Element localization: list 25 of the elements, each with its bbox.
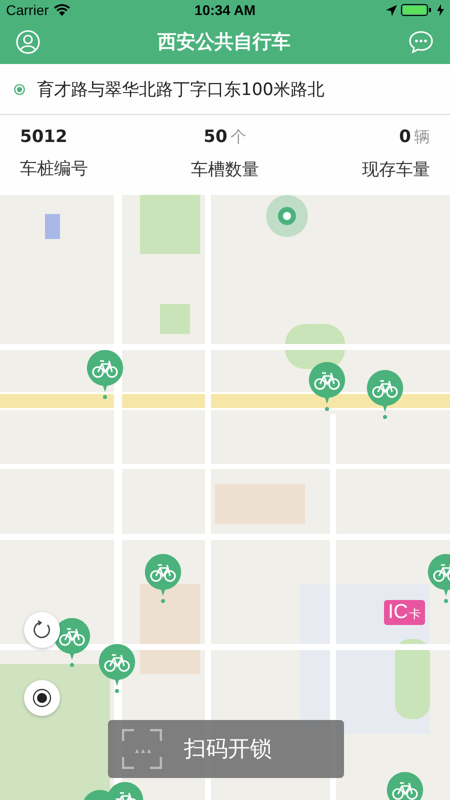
clock-time: 10:34 AM <box>194 2 256 18</box>
message-button[interactable] <box>408 30 434 54</box>
refresh-icon <box>32 620 52 640</box>
user-icon <box>16 30 40 54</box>
carrier-label: Carrier <box>6 2 49 18</box>
battery-icon <box>401 4 434 16</box>
user-location-marker <box>265 194 309 238</box>
stat-label: 车槽数量 <box>191 159 259 181</box>
charging-bolt-icon <box>437 4 444 16</box>
stat-label: 车桩编号 <box>20 158 88 180</box>
stat-value: 0 辆 <box>399 127 430 148</box>
station-address: 育才路与翠华北路丁字口东100米路北 <box>37 78 324 100</box>
ic-card-marker[interactable]: IC卡 <box>384 600 425 625</box>
profile-button[interactable] <box>16 30 40 54</box>
location-arrow-icon <box>386 4 398 16</box>
wifi-icon <box>54 4 70 16</box>
stat-value: 50 个 <box>204 127 246 148</box>
app-title: 西安公共自行车 <box>158 30 290 55</box>
stat-value: 5012 <box>20 127 68 147</box>
target-icon <box>32 688 52 708</box>
scan-unlock-button[interactable]: 扫码开锁 <box>108 720 344 778</box>
location-dot-icon <box>14 84 25 94</box>
scan-frame-icon <box>122 729 162 769</box>
chat-bubble-icon <box>408 30 434 54</box>
stat-label: 现存车量 <box>362 159 430 181</box>
